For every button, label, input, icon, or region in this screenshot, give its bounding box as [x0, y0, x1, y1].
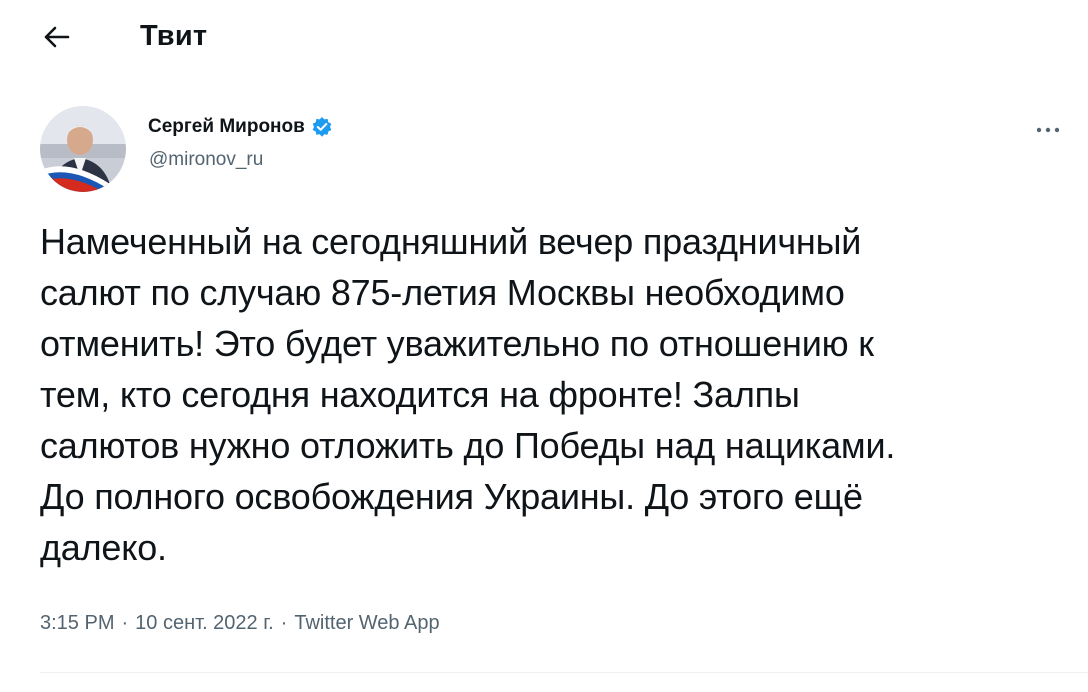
back-button[interactable]: [36, 20, 78, 58]
avatar[interactable]: [40, 106, 126, 192]
author-handle[interactable]: @mironov_ru: [149, 149, 263, 171]
author-name[interactable]: Сергей Миронов: [148, 116, 333, 138]
tweet-source[interactable]: Twitter Web App: [294, 612, 439, 635]
arrow-left-icon: [44, 26, 70, 53]
verified-badge-icon: [311, 116, 333, 138]
more-button[interactable]: [1030, 118, 1066, 142]
page-title: Твит: [140, 20, 208, 52]
top-bar: Твит: [0, 0, 1088, 80]
more-horizontal-icon: [1035, 121, 1061, 139]
meta-separator: ·: [280, 612, 288, 634]
tweet-text: Намеченный на сегодняшний вечер празднич…: [40, 221, 896, 568]
tweet-date[interactable]: 10 сент. 2022 г.: [135, 612, 274, 635]
author-name-text: Сергей Миронов: [148, 116, 305, 137]
meta-separator: ·: [121, 612, 129, 634]
tweet-meta: 3:15 PM · 10 сент. 2022 г. · Twitter Web…: [40, 612, 440, 635]
divider: [40, 672, 1088, 673]
tweet-time[interactable]: 3:15 PM: [40, 612, 114, 635]
